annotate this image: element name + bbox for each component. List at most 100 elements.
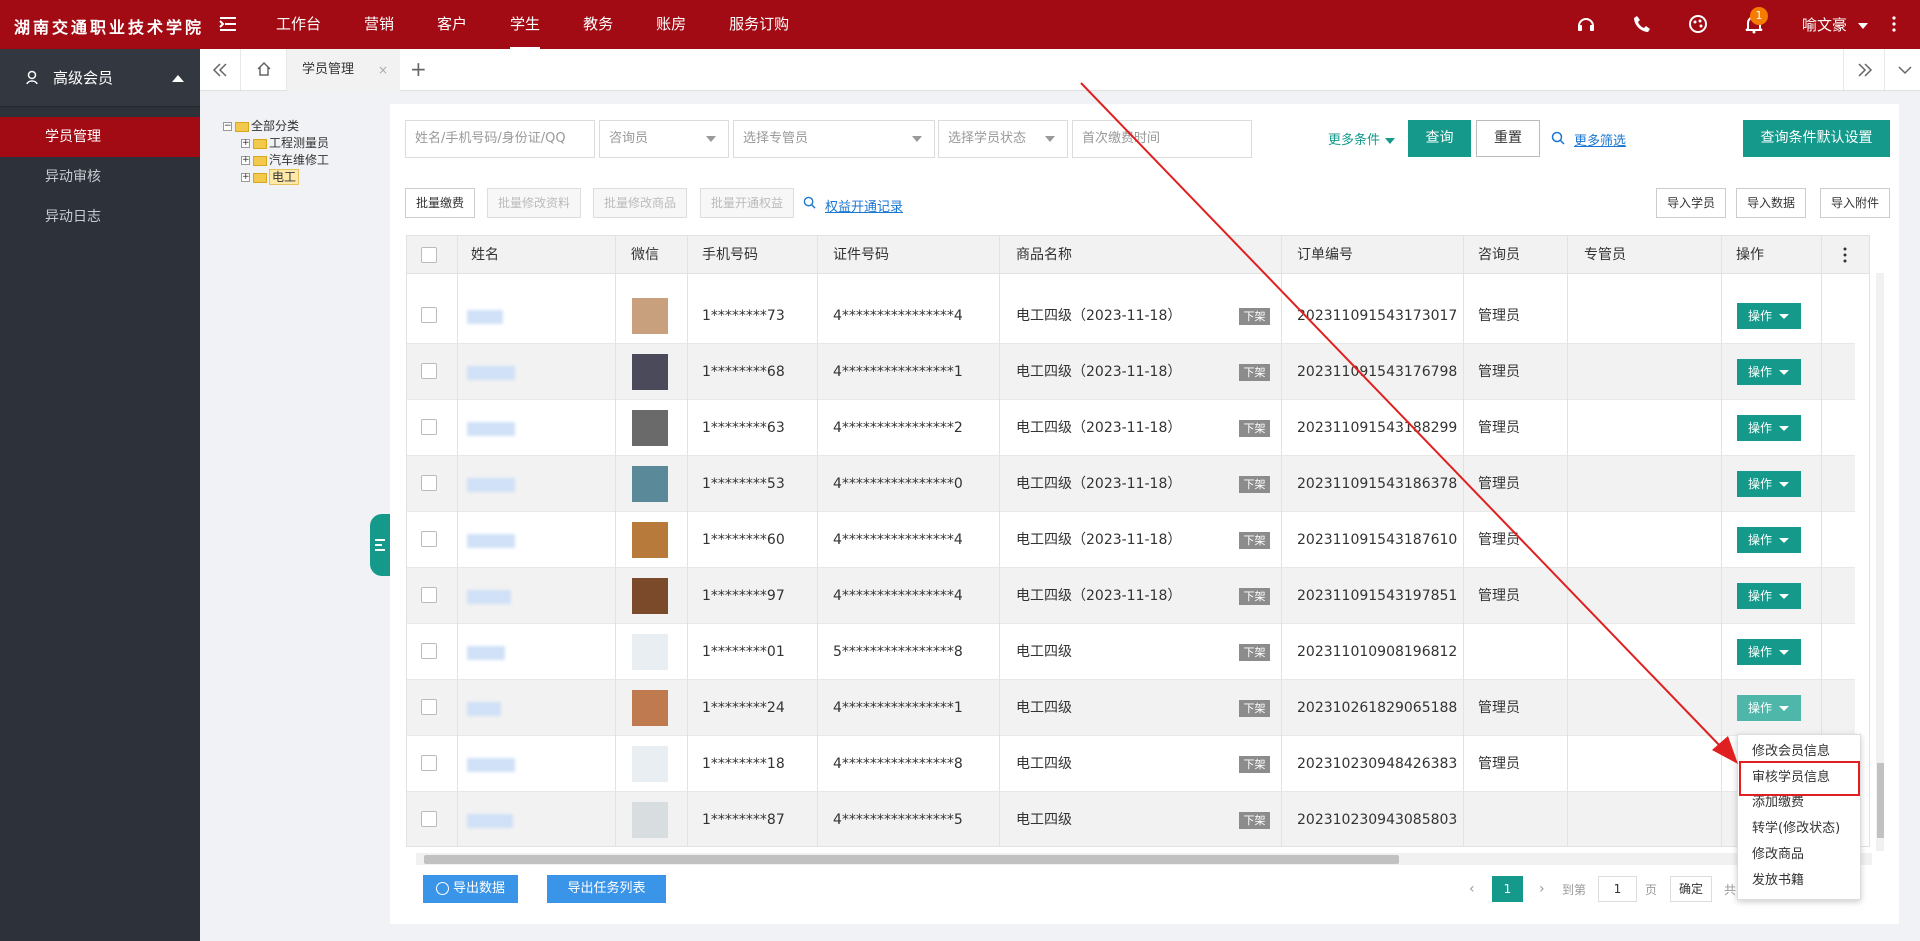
first-payment-date-input[interactable]: 首次缴费时间 [1072,120,1252,158]
import-data-button[interactable]: 导入数据 [1736,188,1806,218]
add-tab-button[interactable]: + [410,57,427,81]
headset-icon[interactable] [1576,14,1596,34]
actions-button[interactable]: 操作 [1737,415,1801,441]
tree-node-auto-mechanic[interactable]: + 汽车维修工 [223,152,329,169]
user-menu[interactable]: 喻文豪 [1802,14,1868,35]
more-filter-link[interactable]: 更多筛选 [1574,130,1626,149]
table-row[interactable]: 1********87 4****************5 电工四级 下架 20231… [407,792,1855,846]
page-confirm-button[interactable]: 确定 [1670,876,1712,902]
phone-icon[interactable] [1632,14,1652,34]
row-checkbox[interactable] [421,811,437,827]
row-checkbox[interactable] [421,475,437,491]
more-conditions-toggle[interactable]: 更多条件 [1328,129,1396,148]
menu-item-edit-goods[interactable]: 修改商品 [1752,844,1804,866]
actions-button[interactable]: 操作 [1737,471,1801,497]
nav-marketing[interactable]: 营销 [364,0,394,49]
rights-record-link[interactable]: 权益开通记录 [825,196,903,215]
actions-button[interactable]: 操作 [1737,359,1801,385]
sidebar-item-student-management[interactable]: 学员管理 [0,117,200,157]
default-settings-button[interactable]: 查询条件默认设置 [1743,120,1890,157]
palette-icon[interactable] [1688,14,1708,34]
actions-button[interactable]: 操作 [1737,639,1801,665]
col-order-number[interactable]: 订单编号 [1297,236,1353,274]
menu-toggle-icon[interactable] [218,14,238,34]
nav-customer[interactable]: 客户 [437,0,467,49]
row-checkbox[interactable] [421,363,437,379]
col-wechat[interactable]: 微信 [631,236,659,274]
table-row[interactable]: 1********01 5****************8 电工四级 下架 20231… [407,624,1855,680]
row-checkbox[interactable] [421,419,437,435]
collapse-right-button[interactable] [1843,49,1885,90]
row-checkbox[interactable] [421,699,437,715]
expand-node-icon[interactable]: + [241,156,250,165]
actions-button[interactable]: 操作 [1737,583,1801,609]
manager-select[interactable]: 选择专管员 [733,120,935,158]
next-page-icon[interactable]: › [1539,881,1545,897]
sidebar-item-change-review[interactable]: 异动审核 [0,157,200,197]
nav-accounting[interactable]: 账房 [656,0,686,49]
vertical-scrollbar[interactable] [1876,273,1884,851]
nav-workbench[interactable]: 工作台 [276,0,321,49]
nav-academic[interactable]: 教务 [583,0,613,49]
table-row[interactable]: 1********53 4****************0 电工四级（2023-1… [407,456,1855,512]
chevron-down-icon[interactable] [1897,62,1913,78]
close-tab-icon[interactable]: × [378,49,388,91]
table-row[interactable]: 1********63 4****************2 电工四级（2023-1… [407,400,1855,456]
table-row[interactable]: 1********73 4****************4 电工四级（2023-1… [407,288,1855,344]
status-select[interactable]: 选择学员状态 [938,120,1068,158]
tree-node-all[interactable]: − 全部分类 [223,118,329,135]
prev-page-icon[interactable]: ‹ [1469,881,1475,897]
tree-node-electrician[interactable]: + 电工 [223,169,329,186]
import-student-button[interactable]: 导入学员 [1656,188,1726,218]
table-row[interactable]: 1********18 4****************8 电工四级 下架 20231… [407,736,1855,792]
home-tab-button[interactable] [241,49,287,90]
menu-item-edit-member[interactable]: 修改会员信息 [1752,741,1830,763]
table-row[interactable]: 1********97 4****************4 电工四级（2023-1… [407,568,1855,624]
col-consultant[interactable]: 咨询员 [1478,236,1520,274]
col-manager[interactable]: 专管员 [1584,236,1626,274]
nav-student[interactable]: 学生 [510,0,541,49]
row-checkbox[interactable] [421,307,437,323]
horizontal-scrollbar[interactable] [416,853,1872,865]
batch-pay-button[interactable]: 批量缴费 [405,188,475,218]
export-data-button[interactable]: 导出数据 [423,875,518,903]
search-input[interactable]: 姓名/手机号码/身份证/QQ [405,120,595,158]
tab-student-management[interactable]: 学员管理 × [287,49,400,91]
actions-button[interactable]: 操作 [1737,695,1801,721]
menu-item-issue-books[interactable]: 发放书籍 [1752,870,1804,892]
sidebar-item-change-log[interactable]: 异动日志 [0,197,200,237]
actions-button[interactable]: 操作 [1737,527,1801,553]
collapse-node-icon[interactable]: − [223,122,232,131]
page-input[interactable]: 1 [1598,876,1637,902]
batch-open-rights-button[interactable]: 批量开通权益 [700,188,794,218]
more-vertical-icon[interactable] [1884,14,1904,34]
side-panel-handle[interactable] [370,514,390,576]
reset-button[interactable]: 重置 [1476,120,1540,157]
row-checkbox[interactable] [421,587,437,603]
row-checkbox[interactable] [421,755,437,771]
batch-edit-goods-button[interactable]: 批量修改商品 [593,188,687,218]
table-row[interactable]: 1********60 4****************4 电工四级（2023-1… [407,512,1855,568]
nav-service-order[interactable]: 服务订购 [729,0,789,49]
col-phone[interactable]: 手机号码 [702,236,758,274]
batch-edit-info-button[interactable]: 批量修改资料 [487,188,581,218]
collapse-left-button[interactable] [200,49,241,90]
page-1-button[interactable]: 1 [1492,876,1523,902]
table-row[interactable]: 1********68 4****************1 电工四级（2023-1… [407,344,1855,400]
query-button[interactable]: 查询 [1408,120,1471,157]
col-id-number[interactable]: 证件号码 [833,236,889,274]
export-tasks-button[interactable]: 导出任务列表 [547,875,666,903]
actions-button[interactable]: 操作 [1737,303,1801,329]
consultant-select[interactable]: 咨询员 [599,120,729,158]
select-all-checkbox[interactable] [421,247,437,263]
column-settings-icon[interactable] [1842,247,1848,263]
expand-node-icon[interactable]: + [241,139,250,148]
row-checkbox[interactable] [421,643,437,659]
col-product[interactable]: 商品名称 [1016,236,1072,274]
col-name[interactable]: 姓名 [471,236,499,274]
import-attachment-button[interactable]: 导入附件 [1820,188,1890,218]
menu-item-transfer[interactable]: 转学(修改状态) [1752,818,1840,840]
tree-node-surveyor[interactable]: + 工程测量员 [223,135,329,152]
sidebar-member-group[interactable]: 高级会员 [0,49,200,107]
expand-node-icon[interactable]: + [241,173,250,182]
